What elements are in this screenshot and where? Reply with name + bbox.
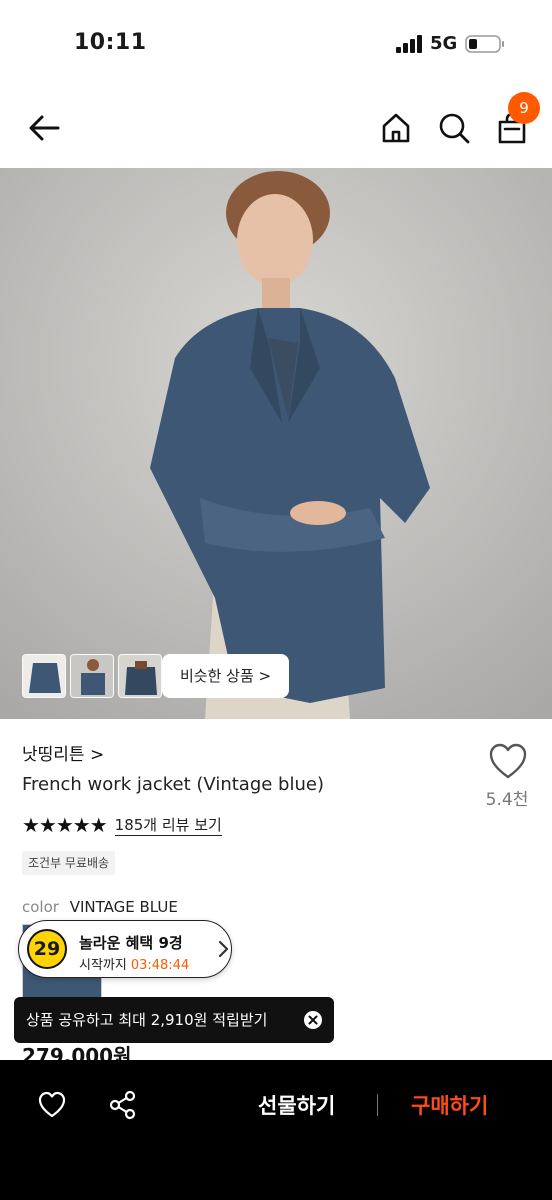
promo-badge: 29 <box>27 929 67 969</box>
thumbnail-image <box>119 655 161 697</box>
rating-row: ★★★★★ 185개 리뷰 보기 <box>22 813 222 837</box>
star-rating: ★★★★★ <box>22 813 108 837</box>
similar-products-button[interactable]: 비슷한 상품 > <box>162 654 290 698</box>
thumbnail-image <box>23 655 65 697</box>
promo-sub-label: 시작까지 <box>79 958 127 973</box>
back-button[interactable] <box>24 108 64 148</box>
battery-icon <box>465 35 504 53</box>
search-button[interactable] <box>434 108 474 148</box>
buy-button[interactable]: 구매하기 <box>411 1090 488 1120</box>
heart-icon[interactable] <box>37 1090 67 1120</box>
product-title: French work jacket (Vintage blue) <box>22 774 324 795</box>
review-link[interactable]: 185개 리뷰 보기 <box>114 814 222 836</box>
color-row: color VINTAGE BLUE <box>22 898 178 916</box>
search-icon <box>439 113 470 144</box>
color-label: color <box>22 898 59 916</box>
color-value: VINTAGE BLUE <box>69 898 178 916</box>
bottom-action-bar: 선물하기 구매하기 <box>0 1060 552 1200</box>
heart-icon <box>489 743 527 779</box>
toast-message: 상품 공유하고 최대 2,910원 적립받기 <box>14 997 334 1043</box>
close-icon[interactable] <box>304 1011 322 1029</box>
thumbnail-image <box>71 655 113 697</box>
status-time: 10:11 <box>74 30 147 55</box>
gift-button[interactable]: 선물하기 <box>258 1090 335 1120</box>
home-button[interactable] <box>376 108 416 148</box>
promo-title: 놀라운 혜택 9경 <box>79 934 183 952</box>
promo-timer: 03:48:44 <box>130 958 190 973</box>
product-photo <box>0 168 552 719</box>
chevron-right-icon <box>218 940 229 958</box>
thumbnail-1[interactable] <box>22 654 66 698</box>
share-icon[interactable] <box>108 1090 138 1120</box>
status-bar: 10:11 5G <box>0 0 552 90</box>
top-nav <box>0 90 552 168</box>
promo-banner[interactable]: 29 놀라운 혜택 9경 시작까지 03:48:44 <box>18 920 232 978</box>
thumbnail-2[interactable] <box>70 654 114 698</box>
cart-count-badge: 9 <box>508 92 540 124</box>
network-label: 5G <box>430 33 458 54</box>
wishlist-count: 5.4천 <box>485 790 529 810</box>
shipping-tag: 조건부 무료배송 <box>22 851 116 875</box>
image-thumbnails <box>22 654 162 698</box>
product-image[interactable] <box>0 168 552 719</box>
thumbnail-3[interactable] <box>118 654 162 698</box>
promo-subtitle: 시작까지 03:48:44 <box>79 954 189 973</box>
wishlist-button[interactable] <box>486 742 530 782</box>
divider <box>377 1094 378 1116</box>
signal-icon <box>396 35 422 53</box>
brand-link[interactable]: 낫띵리튼 > <box>22 740 104 765</box>
back-arrow-icon <box>29 115 60 141</box>
home-icon <box>382 113 410 143</box>
toast-text: 상품 공유하고 최대 2,910원 적립받기 <box>26 1011 268 1029</box>
